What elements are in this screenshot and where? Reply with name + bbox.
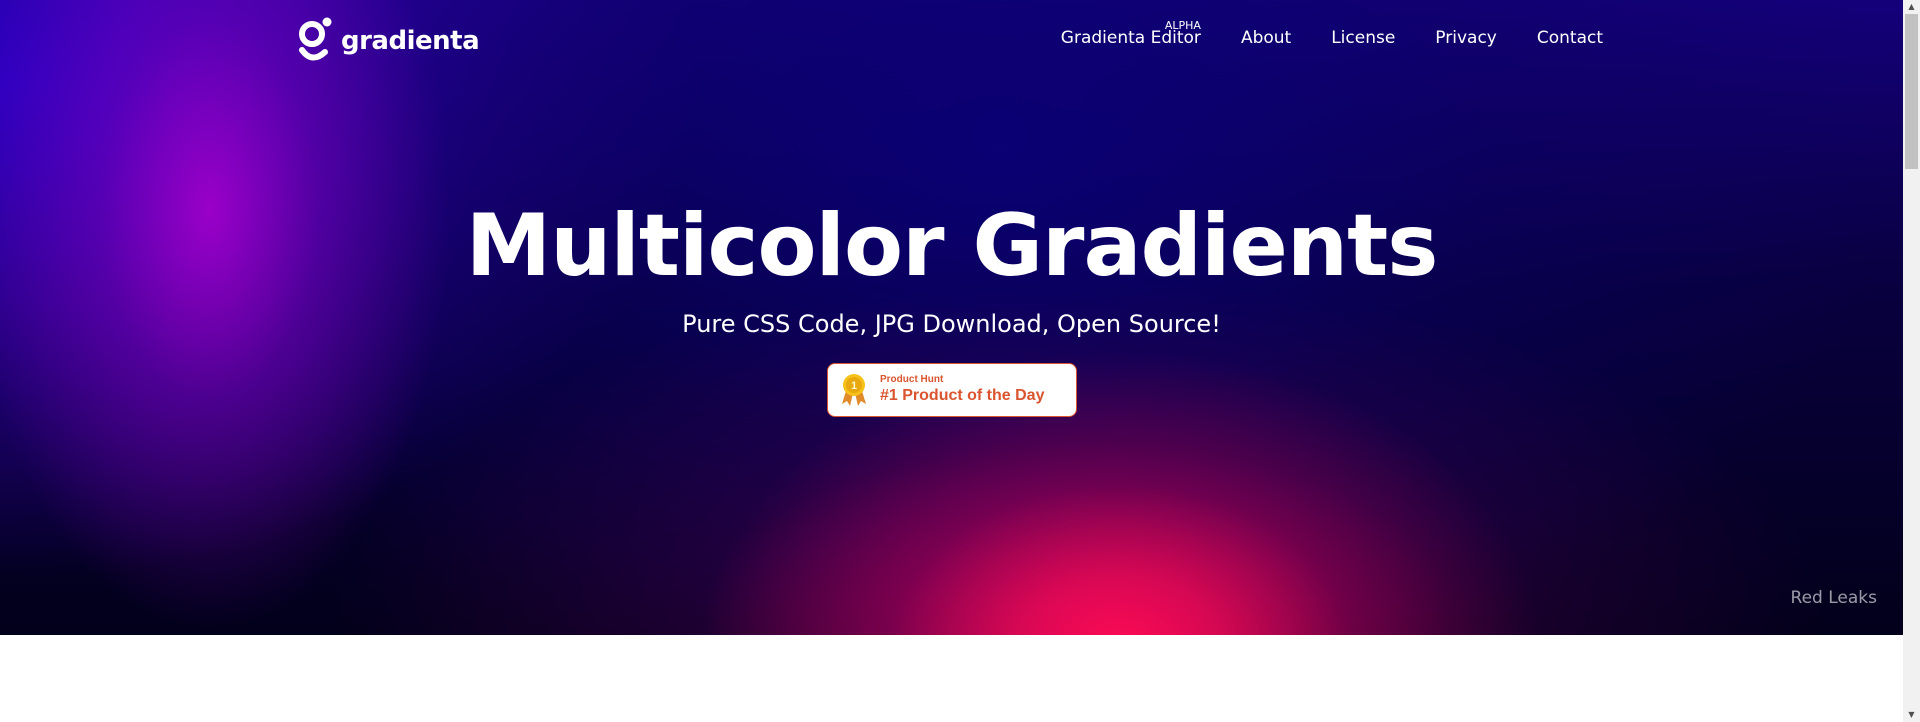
nav-link-privacy[interactable]: Privacy [1435, 28, 1497, 48]
vertical-scrollbar[interactable]: ▲ ▼ [1903, 0, 1920, 722]
product-hunt-badge[interactable]: 1 Product Hunt #1 Product of the Day [827, 363, 1077, 417]
alpha-badge: ALPHA [1164, 19, 1201, 32]
nav-link-license[interactable]: License [1331, 28, 1395, 48]
page: gradienta ALPHA Gradienta Editor About L… [0, 0, 1903, 722]
gradienta-logo-icon [299, 17, 333, 65]
product-hunt-rank: #1 Product of the Day [880, 387, 1045, 404]
brand-name: gradienta [341, 26, 480, 56]
medal-icon: 1 [840, 373, 868, 407]
nav-link-gradienta-editor[interactable]: ALPHA Gradienta Editor [1061, 19, 1201, 48]
gradient-name-label: Red Leaks [1790, 588, 1877, 608]
product-hunt-label: Product Hunt [880, 374, 944, 385]
scrollbar-thumb[interactable] [1905, 14, 1918, 169]
nav-links: ALPHA Gradienta Editor About License Pri… [1061, 19, 1603, 48]
scroll-down-icon[interactable]: ▼ [1903, 708, 1920, 722]
product-hunt-text: Product Hunt #1 Product of the Day [880, 374, 1044, 406]
top-nav: gradienta ALPHA Gradienta Editor About L… [0, 0, 1903, 82]
hero-section: gradienta ALPHA Gradienta Editor About L… [0, 0, 1903, 635]
hero-title: Multicolor Gradients [465, 196, 1439, 296]
scroll-up-icon[interactable]: ▲ [1903, 0, 1920, 14]
medal-rank: 1 [851, 380, 857, 392]
nav-link-contact[interactable]: Contact [1537, 28, 1603, 48]
logo-link[interactable]: gradienta [299, 17, 480, 65]
nav-link-about[interactable]: About [1241, 28, 1291, 48]
hero-subtitle: Pure CSS Code, JPG Download, Open Source… [682, 310, 1221, 338]
